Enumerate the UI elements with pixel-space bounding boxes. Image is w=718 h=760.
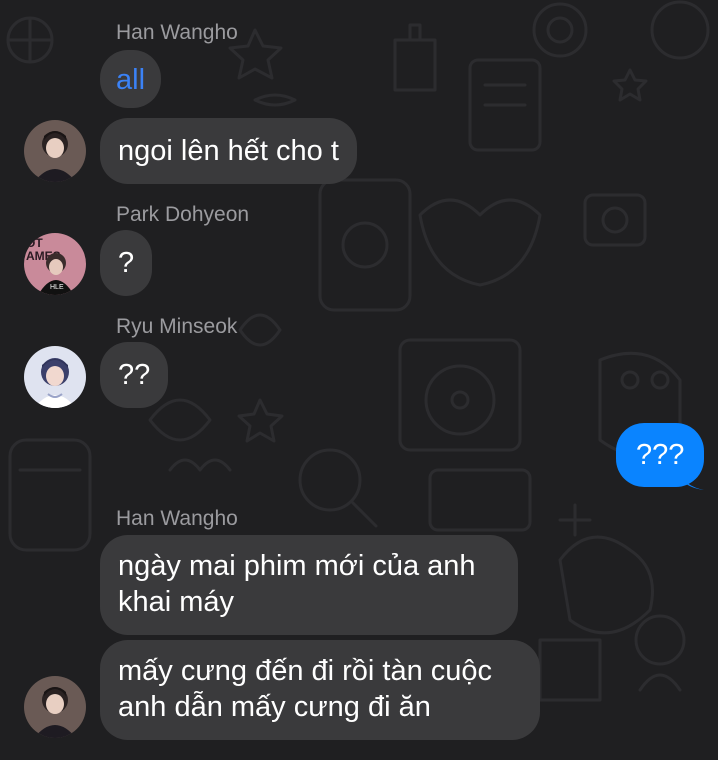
avatar-han-wangho[interactable]	[24, 120, 86, 182]
avatar-ryu-minseok[interactable]	[24, 346, 86, 408]
message-bubble[interactable]: ngày mai phim mới của anh khai máy	[100, 535, 518, 635]
message-bubble[interactable]: ??	[100, 342, 169, 408]
sender-name: Ryu Minseok	[116, 315, 238, 338]
sender-name: Park Dohyeon	[116, 203, 250, 226]
avatar-image	[24, 120, 86, 182]
avatar-image	[24, 676, 86, 738]
avatar-image	[24, 346, 86, 408]
avatar-han-wangho[interactable]	[24, 676, 86, 738]
avatar-park-dohyeon[interactable]: OT AMES HLE	[24, 233, 86, 295]
message-line: ngày mai phim mới của anh	[118, 550, 476, 582]
message-line: khai máy	[118, 586, 235, 618]
sender-name: Han Wangho	[116, 21, 238, 44]
message-bubble[interactable]: ngoi lên hết cho t	[100, 118, 357, 184]
outgoing-message-bubble[interactable]: ???	[616, 423, 705, 487]
svg-text:HLE: HLE	[50, 284, 64, 291]
message-bubble-link[interactable]: all	[100, 50, 162, 108]
message-bubble[interactable]: ?	[100, 230, 153, 296]
avatar-image: OT AMES HLE	[24, 233, 86, 295]
sender-name: Han Wangho	[116, 507, 238, 530]
message-bubble[interactable]: mấy cưng đến đi rồi tàn cuộc anh dẫn mấy…	[100, 640, 540, 740]
message-line: mấy cưng đến đi rồi tàn cuộc	[118, 655, 493, 687]
message-line: anh dẫn mấy cưng đi ăn	[118, 691, 431, 723]
